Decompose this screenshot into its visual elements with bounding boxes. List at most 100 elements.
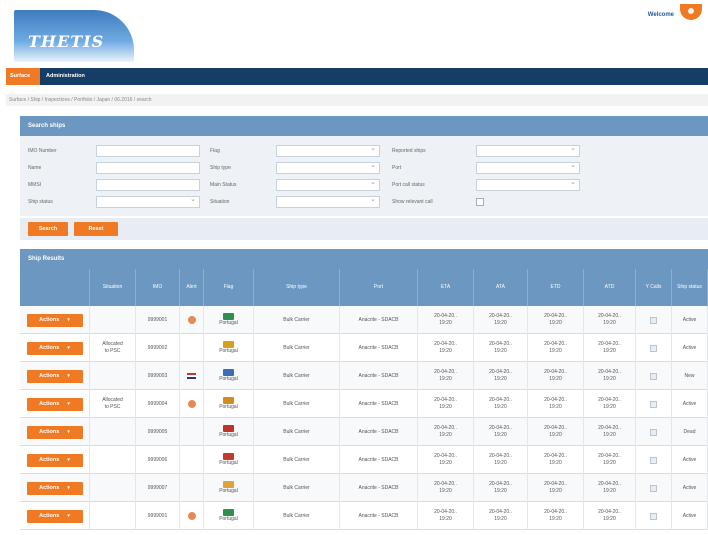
calls-cell [636, 306, 672, 334]
actions-button-label: Actions [39, 484, 60, 491]
row-checkbox[interactable] [650, 316, 657, 324]
ship-type-select[interactable] [276, 161, 380, 174]
column-header-y-calls[interactable]: Y Calls [636, 269, 672, 306]
ship-status-cell: Active [672, 446, 708, 474]
port-call-status-select[interactable] [476, 178, 580, 191]
situation-cell [90, 502, 136, 530]
imo-cell: 9999003 [136, 362, 180, 390]
column-header-ship-status[interactable]: Ship status [672, 269, 708, 306]
row-checkbox[interactable] [650, 456, 657, 464]
actions-button[interactable]: Actions ▾ [26, 341, 83, 355]
mmsi-input[interactable] [96, 179, 200, 191]
calls-cell [636, 446, 672, 474]
column-header-actions[interactable] [20, 269, 90, 306]
alert-flag-icon[interactable] [187, 373, 196, 379]
atd-cell: 20-04-20.. 19:20 [584, 446, 636, 474]
flag-label: Flag [210, 148, 220, 154]
alert-cell [180, 362, 204, 390]
actions-button[interactable]: Actions ▾ [26, 313, 83, 327]
row-checkbox[interactable] [650, 372, 657, 380]
situation-cell: Allocated to PSC [90, 390, 136, 418]
imo-input[interactable] [96, 145, 200, 157]
name-input[interactable] [96, 162, 200, 174]
table-row: Actions ▾ 9999006 Portugal Bulk Carrier Anacr… [20, 446, 708, 474]
column-header-ata[interactable]: ATA [474, 269, 528, 306]
alert-shield-icon[interactable] [187, 400, 196, 408]
actions-button-label: Actions [39, 344, 60, 351]
ship-type-label: Ship type [210, 165, 231, 171]
actions-button[interactable]: Actions ▾ [26, 425, 83, 439]
etd-cell: 20-04-20.. 19:20 [528, 474, 584, 502]
calls-cell [636, 362, 672, 390]
atd-cell: 20-04-20.. 19:20 [584, 474, 636, 502]
actions-button[interactable]: Actions ▾ [26, 481, 83, 495]
flag-name: Portugal [219, 376, 238, 382]
column-header-situation[interactable]: Situation [90, 269, 136, 306]
ship-status-cell: Active [672, 306, 708, 334]
atd-cell: 20-04-20.. 19:20 [584, 390, 636, 418]
column-header-etd[interactable]: ETD [528, 269, 584, 306]
column-header-port[interactable]: Port [340, 269, 418, 306]
chevron-down-icon: ▾ [67, 456, 70, 463]
column-header-alert[interactable]: Alert [180, 269, 204, 306]
table-row: Actions ▾ 9999001 Portugal Bulk Carrier Anacr… [20, 502, 708, 530]
situation-cell [90, 418, 136, 446]
chevron-down-icon: ▾ [67, 372, 70, 379]
flag-select[interactable] [276, 144, 380, 157]
imo-cell: 9999001 [136, 306, 180, 334]
alert-shield-icon[interactable] [187, 316, 196, 324]
etd-cell: 20-04-20.. 19:20 [528, 306, 584, 334]
port-select[interactable] [476, 161, 580, 174]
main-status-select[interactable] [276, 178, 380, 191]
flag-wrapper: Portugal [219, 313, 238, 327]
flag-name: Portugal [219, 516, 238, 522]
column-header-imo[interactable]: IMO [136, 269, 180, 306]
search-button[interactable]: Search [28, 222, 68, 236]
situation-select[interactable] [276, 195, 380, 208]
thetis-logo[interactable]: THETIS [14, 10, 134, 62]
user-icon[interactable] [680, 4, 702, 20]
nav-item-surface[interactable]: Surface [6, 68, 40, 85]
calls-cell [636, 390, 672, 418]
reset-button[interactable]: Reset [74, 222, 118, 236]
table-row: Actions ▾ 9999001 Portugal Bulk Carrier Anacr… [20, 306, 708, 334]
chevron-down-icon: ▾ [67, 428, 70, 435]
calls-cell [636, 502, 672, 530]
country-flag-icon [223, 481, 234, 488]
situation-label: Situation [210, 199, 230, 205]
main-navbar: Surface Administration [6, 68, 708, 85]
flag-cell: Portugal [204, 418, 254, 446]
alert-cell [180, 334, 204, 362]
row-checkbox[interactable] [650, 344, 657, 352]
row-checkbox[interactable] [650, 428, 657, 436]
flag-cell: Portugal [204, 474, 254, 502]
ship-type-cell: Bulk Carrier [254, 474, 340, 502]
actions-button[interactable]: Actions ▾ [26, 453, 83, 467]
country-flag-icon [223, 453, 234, 460]
flag-cell: Portugal [204, 446, 254, 474]
actions-button[interactable]: Actions ▾ [26, 369, 83, 383]
actions-button[interactable]: Actions ▾ [26, 509, 83, 523]
calls-cell [636, 418, 672, 446]
actions-cell: Actions ▾ [20, 362, 90, 390]
actions-button[interactable]: Actions ▾ [26, 397, 83, 411]
eta-cell: 20-04-20.. 19:20 [418, 362, 474, 390]
nav-item-administration[interactable]: Administration [42, 68, 89, 85]
column-header-eta[interactable]: ETA [418, 269, 474, 306]
etd-cell: 20-04-20.. 19:20 [528, 446, 584, 474]
column-header-atd[interactable]: ATD [584, 269, 636, 306]
show-relevant-call-checkbox[interactable] [476, 198, 484, 206]
port-cell: Anacrite - SDACB [340, 334, 418, 362]
row-checkbox[interactable] [650, 512, 657, 520]
row-checkbox[interactable] [650, 484, 657, 492]
column-header-ship-type[interactable]: Ship type [254, 269, 340, 306]
reported-ships-select[interactable] [476, 144, 580, 157]
row-checkbox[interactable] [650, 400, 657, 408]
eta-cell: 20-04-20.. 19:20 [418, 474, 474, 502]
ata-cell: 20-04-20.. 19:20 [474, 362, 528, 390]
column-header-flag[interactable]: Flag [204, 269, 254, 306]
ship-type-cell: Bulk Carrier [254, 306, 340, 334]
ship-status-select[interactable] [96, 195, 200, 208]
alert-shield-icon[interactable] [187, 512, 196, 520]
eta-cell: 20-04-20.. 19:20 [418, 418, 474, 446]
